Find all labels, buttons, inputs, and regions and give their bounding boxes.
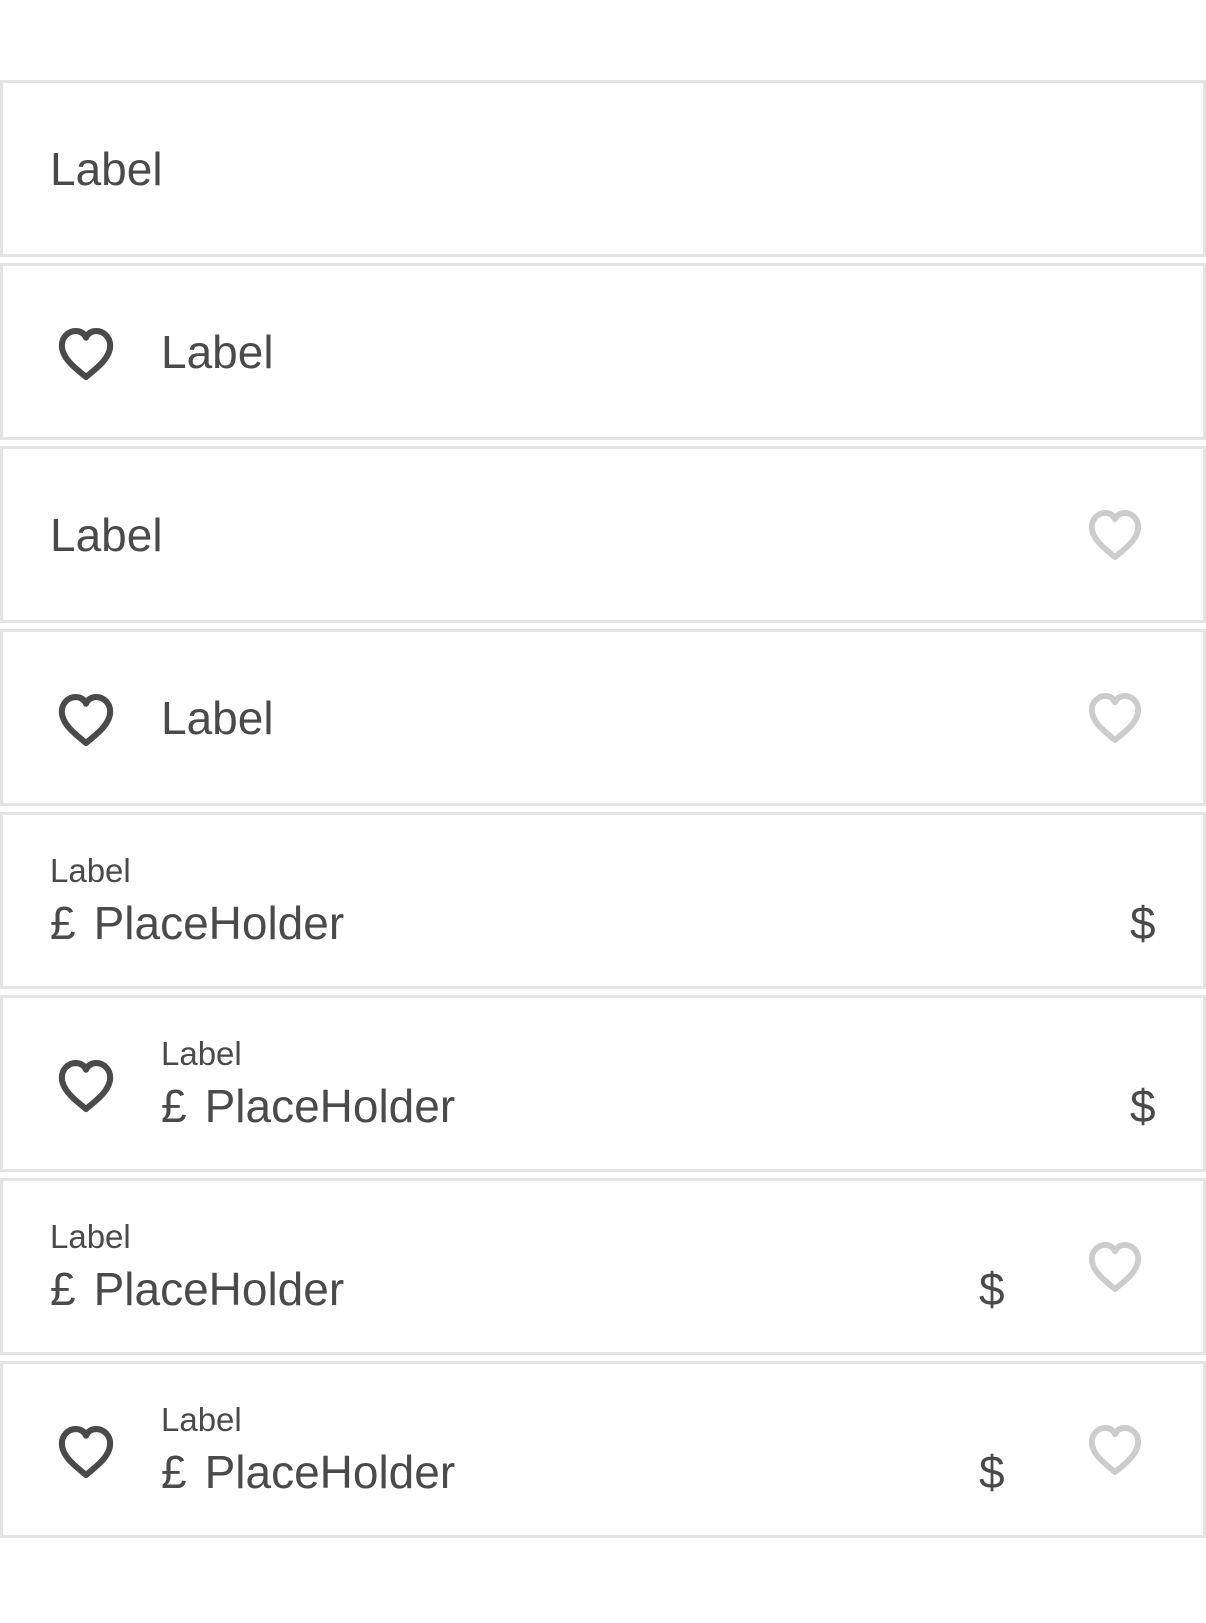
field-label: Label [50, 1218, 131, 1255]
currency-prefix: £ [50, 1263, 76, 1315]
field-placeholder: PlaceHolder [204, 1446, 456, 1498]
heart-outline-icon [55, 1423, 117, 1481]
currency-suffix: $ [979, 1263, 1005, 1315]
currency-prefix: £ [161, 1080, 187, 1132]
currency-suffix: $ [979, 1446, 1005, 1498]
text-field-leading-icon[interactable]: Label [0, 263, 1206, 440]
field-label: Label [50, 143, 163, 195]
field-value[interactable]: £ PlaceHolder [161, 1078, 455, 1134]
field-placeholder: PlaceHolder [204, 1080, 456, 1132]
currency-field-both-icons[interactable]: Label £ PlaceHolder $ [0, 1361, 1206, 1538]
text-field-trailing-icon[interactable]: Label [0, 446, 1206, 623]
heart-outline-icon [55, 325, 117, 383]
form-field-stack: Label Label Label Label Label £ PlaceHold… [0, 80, 1206, 1544]
field-label: Label [161, 1035, 242, 1072]
currency-field-leading-icon[interactable]: Label £ PlaceHolder $ [0, 995, 1206, 1172]
currency-prefix: £ [50, 897, 76, 949]
currency-field-trailing-icon[interactable]: Label £ PlaceHolder $ [0, 1178, 1206, 1355]
currency-field[interactable]: Label £ PlaceHolder $ [0, 812, 1206, 989]
field-label: Label [50, 852, 131, 889]
field-value[interactable]: £ PlaceHolder [50, 1261, 344, 1317]
heart-outline-icon [55, 691, 117, 749]
currency-suffix: $ [1130, 1080, 1156, 1132]
field-value[interactable]: £ PlaceHolder [161, 1444, 455, 1500]
field-label: Label [161, 1401, 242, 1438]
text-field-plain[interactable]: Label [0, 80, 1206, 257]
field-label: Label [161, 692, 274, 744]
heart-outline-icon [55, 1057, 117, 1115]
heart-outline-icon[interactable] [1086, 689, 1144, 747]
heart-outline-icon[interactable] [1086, 506, 1144, 564]
text-field-both-icons[interactable]: Label [0, 629, 1206, 806]
field-label: Label [50, 509, 163, 561]
currency-prefix: £ [161, 1446, 187, 1498]
field-label: Label [161, 326, 274, 378]
heart-outline-icon[interactable] [1086, 1421, 1144, 1479]
heart-outline-icon[interactable] [1086, 1238, 1144, 1296]
field-placeholder: PlaceHolder [93, 897, 345, 949]
currency-suffix: $ [1130, 897, 1156, 949]
field-placeholder: PlaceHolder [93, 1263, 345, 1315]
field-value[interactable]: £ PlaceHolder [50, 895, 344, 951]
